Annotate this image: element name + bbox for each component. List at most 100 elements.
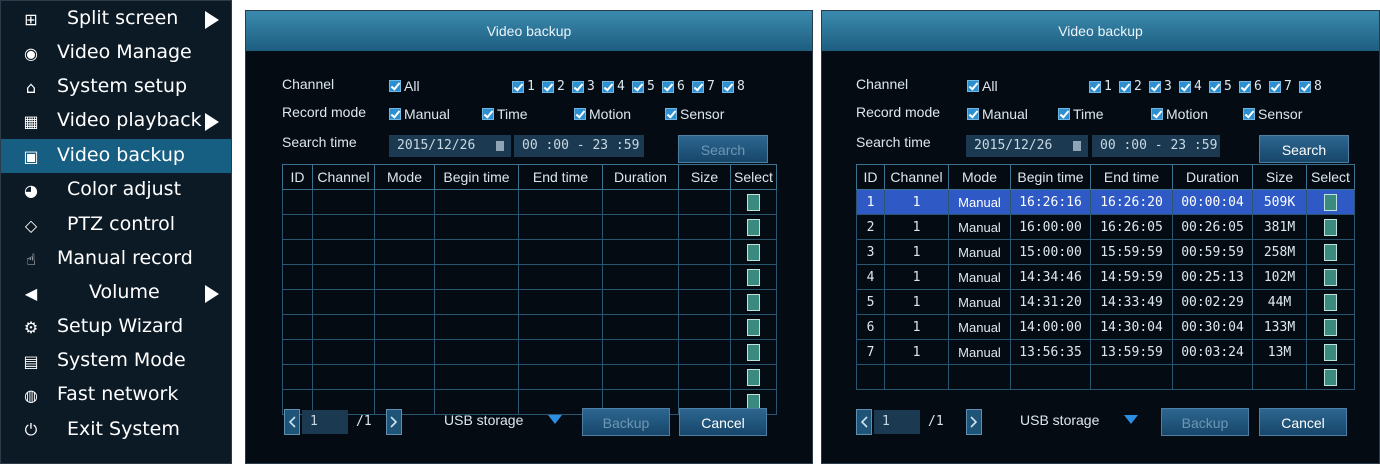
column-header-duration[interactable]: Duration [1172, 164, 1253, 190]
menu-item-fast-network[interactable]: ◍ Fast network [1, 378, 231, 412]
channel-5-checkbox[interactable]: 5 [1209, 79, 1232, 94]
backup-button[interactable]: Backup [582, 408, 670, 436]
column-header-id[interactable]: ID [856, 164, 885, 190]
table-row[interactable]: 1 1 Manual 16:26:16 16:26:20 00:00:04 509K [856, 189, 1355, 215]
channel-8-checkbox[interactable]: 8 [1299, 79, 1322, 94]
select-checkbox[interactable] [747, 318, 760, 336]
date-field[interactable]: 2015/12/26 [966, 135, 1088, 157]
column-header-size[interactable]: Size [1252, 164, 1307, 190]
menu-item-split-screen[interactable]: ⊞ Split screen [1, 2, 231, 36]
cancel-button[interactable]: Cancel [679, 408, 767, 436]
menu-item-video-backup[interactable]: ▣ Video backup [1, 139, 231, 173]
channel-1-checkbox[interactable]: 1 [512, 79, 535, 94]
table-row[interactable] [282, 339, 777, 365]
column-header-end-time[interactable]: End time [518, 164, 603, 190]
select-checkbox[interactable] [747, 368, 760, 386]
menu-item-video-manage[interactable]: ◉ Video Manage [1, 36, 231, 70]
prev-page-button[interactable] [856, 409, 872, 435]
channel-3-checkbox[interactable]: 3 [1149, 79, 1172, 94]
select-checkbox[interactable] [747, 218, 760, 236]
backup-button[interactable]: Backup [1161, 408, 1249, 436]
mode-sensor-checkbox[interactable]: Sensor [1243, 106, 1302, 122]
next-page-button[interactable] [966, 409, 982, 435]
time-range-field[interactable]: 00 :00 - 23 :59 [1092, 135, 1220, 157]
column-header-channel[interactable]: Channel [884, 164, 949, 190]
table-row[interactable] [282, 264, 777, 290]
search-button[interactable]: Search [678, 135, 768, 163]
column-header-mode[interactable]: Mode [948, 164, 1011, 190]
prev-page-button[interactable] [284, 409, 300, 435]
channel-8-checkbox[interactable]: 8 [722, 79, 745, 94]
table-row[interactable] [282, 364, 777, 390]
menu-item-color-adjust[interactable]: ◕ Color adjust [1, 173, 231, 207]
table-row[interactable] [856, 364, 1355, 390]
column-header-begin-time[interactable]: Begin time [434, 164, 519, 190]
column-header-duration[interactable]: Duration [602, 164, 679, 190]
select-checkbox[interactable] [1324, 368, 1337, 386]
channel-5-checkbox[interactable]: 5 [632, 79, 655, 94]
menu-item-video-playback[interactable]: ▦ Video playback [1, 104, 231, 138]
table-row[interactable] [282, 289, 777, 315]
channel-3-checkbox[interactable]: 3 [572, 79, 595, 94]
table-row[interactable]: 2 1 Manual 16:00:00 16:26:05 00:26:05 381M [856, 214, 1355, 240]
menu-item-manual-record[interactable]: ☝ Manual record [1, 242, 231, 276]
column-header-select[interactable]: Select [730, 164, 777, 190]
column-header-id[interactable]: ID [282, 164, 313, 190]
select-checkbox[interactable] [747, 243, 760, 261]
select-checkbox[interactable] [747, 268, 760, 286]
storage-dropdown[interactable]: USB storage [444, 409, 564, 431]
date-field[interactable]: 2015/12/26 [389, 135, 511, 157]
calendar-icon[interactable] [496, 141, 504, 151]
menu-item-system-mode[interactable]: ▤ System Mode [1, 344, 231, 378]
search-button[interactable]: Search [1259, 135, 1349, 163]
select-checkbox[interactable] [1324, 218, 1337, 236]
select-checkbox[interactable] [1324, 343, 1337, 361]
select-checkbox[interactable] [747, 343, 760, 361]
select-checkbox[interactable] [747, 193, 760, 211]
channel-2-checkbox[interactable]: 2 [542, 79, 565, 94]
cancel-button[interactable]: Cancel [1259, 408, 1347, 436]
mode-sensor-checkbox[interactable]: Sensor [665, 106, 724, 122]
time-range-field[interactable]: 00 :00 - 23 :59 [514, 135, 644, 157]
channel-1-checkbox[interactable]: 1 [1089, 79, 1112, 94]
menu-item-setup-wizard[interactable]: ⚙ Setup Wizard [1, 310, 231, 344]
table-row[interactable]: 6 1 Manual 14:00:00 14:30:04 00:30:04 133M [856, 314, 1355, 340]
channel-all-checkbox[interactable]: All [389, 78, 420, 94]
channel-2-checkbox[interactable]: 2 [1119, 79, 1142, 94]
table-row[interactable]: 3 1 Manual 15:00:00 15:59:59 00:59:59 258M [856, 239, 1355, 265]
column-header-end-time[interactable]: End time [1090, 164, 1173, 190]
next-page-button[interactable] [386, 409, 402, 435]
mode-motion-checkbox[interactable]: Motion [574, 106, 631, 122]
storage-dropdown[interactable]: USB storage [1020, 409, 1140, 431]
channel-7-checkbox[interactable]: 7 [1269, 79, 1292, 94]
column-header-select[interactable]: Select [1306, 164, 1355, 190]
column-header-channel[interactable]: Channel [312, 164, 375, 190]
select-checkbox[interactable] [1324, 318, 1337, 336]
mode-motion-checkbox[interactable]: Motion [1151, 106, 1208, 122]
table-row[interactable] [282, 239, 777, 265]
mode-time-checkbox[interactable]: Time [1058, 106, 1104, 122]
column-header-mode[interactable]: Mode [374, 164, 435, 190]
column-header-size[interactable]: Size [678, 164, 731, 190]
select-checkbox[interactable] [1324, 268, 1337, 286]
table-row[interactable]: 7 1 Manual 13:56:35 13:59:59 00:03:24 13M [856, 339, 1355, 365]
channel-7-checkbox[interactable]: 7 [692, 79, 715, 94]
select-checkbox[interactable] [1324, 193, 1337, 211]
channel-4-checkbox[interactable]: 4 [1179, 79, 1202, 94]
column-header-begin-time[interactable]: Begin time [1010, 164, 1091, 190]
calendar-icon[interactable] [1073, 141, 1081, 151]
menu-item-system-setup[interactable]: ⌂ System setup [1, 70, 231, 104]
channel-6-checkbox[interactable]: 6 [1239, 79, 1262, 94]
select-checkbox[interactable] [747, 293, 760, 311]
table-row[interactable] [282, 314, 777, 340]
menu-item-volume[interactable]: ◀ Volume [1, 276, 231, 310]
menu-item-ptz-control[interactable]: ◇ PTZ control [1, 208, 231, 242]
select-checkbox[interactable] [1324, 243, 1337, 261]
table-row[interactable]: 4 1 Manual 14:34:46 14:59:59 00:25:13 102M [856, 264, 1355, 290]
table-row[interactable] [282, 189, 777, 215]
mode-manual-checkbox[interactable]: Manual [389, 106, 450, 122]
mode-time-checkbox[interactable]: Time [482, 106, 528, 122]
channel-all-checkbox[interactable]: All [967, 78, 998, 94]
channel-4-checkbox[interactable]: 4 [602, 79, 625, 94]
menu-item-exit-system[interactable]: ⏻ Exit System [1, 413, 231, 447]
